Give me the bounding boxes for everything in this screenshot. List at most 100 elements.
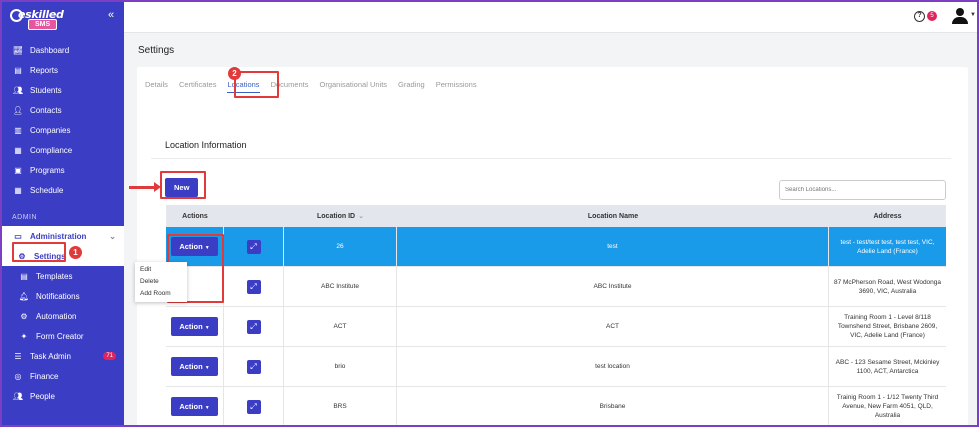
cell-address: 87 McPherson Road, West Wodonga 3690, VI… <box>833 278 942 295</box>
highlight-new-button <box>160 171 206 199</box>
search-locations-input[interactable] <box>779 180 946 200</box>
locations-table: Actions Location ID ⌄ Location Name Addre… <box>166 205 946 425</box>
table-row[interactable]: Action ▼ ⤢ brio test location ABC - 123 S… <box>166 347 946 387</box>
cell-location-name: ACT <box>397 307 829 346</box>
expand-icon[interactable]: ⤢ <box>246 279 261 294</box>
sidebar-item-programs[interactable]: ▣ Programs <box>2 160 124 180</box>
students-icon: 👥︎ <box>12 85 24 95</box>
sidebar-item-companies[interactable]: ▥ Companies <box>2 120 124 140</box>
step-2-badge: 2 <box>228 67 241 80</box>
cell-location-name: Brisbane <box>397 387 829 425</box>
app-logo[interactable]: eskilled SMS <box>10 8 64 30</box>
top-bar: ? 5 ▼ <box>124 2 977 33</box>
action-button[interactable]: Action ▼ <box>171 317 218 336</box>
tasks-icon: ☰ <box>14 351 22 361</box>
table-row[interactable]: ⤢ ABC Institute ABC Institute 87 McPhers… <box>166 267 946 307</box>
expand-icon[interactable]: ⤢ <box>246 319 261 334</box>
tab-details[interactable]: Details <box>145 80 168 93</box>
sidebar-nav: 📈︎ Dashboard ▤ Reports 👥︎ Students 👤︎ Contac… <box>2 40 124 406</box>
divider <box>151 158 951 159</box>
settings-tabs: Details Certificates Locations Documents… <box>145 80 488 93</box>
action-dropdown-menu: Edit Delete Add Room <box>135 262 187 302</box>
location-card: Location Information New Actions Locatio… <box>137 116 968 425</box>
table-row[interactable]: Action ▼ ⤢ BRS Brisbane Trainig Room 1 - … <box>166 387 946 425</box>
highlight-settings <box>12 242 66 262</box>
header-location-id[interactable]: Location ID ⌄ <box>284 212 397 221</box>
sidebar-item-dashboard[interactable]: 📈︎ Dashboard <box>2 40 124 60</box>
cell-location-id: BRS <box>284 387 397 425</box>
cell-location-name: ABC Institute <box>397 267 829 306</box>
admin-icon: ▭ <box>14 231 22 241</box>
tab-certificates[interactable]: Certificates <box>179 80 217 93</box>
cell-location-id: ABC Institute <box>284 267 397 306</box>
cell-address: ABC - 123 Sesame Street, Mckinley 1100, … <box>835 358 940 375</box>
wand-icon: ✦ <box>20 331 28 341</box>
caret-down-icon: ▼ <box>204 325 210 331</box>
chevron-down-icon: ⌄ <box>109 231 116 241</box>
cell-location-id: 26 <box>284 227 397 266</box>
task-count-badge: 71 <box>103 352 116 360</box>
header-location-name[interactable]: Location Name <box>397 213 829 220</box>
cell-location-name: test location <box>397 347 829 386</box>
sidebar-item-reports[interactable]: ▤ Reports <box>2 60 124 80</box>
table-row[interactable]: Action ▼ ⤢ 26 test test - test/test test,… <box>166 227 946 267</box>
table-header: Actions Location ID ⌄ Location Name Addre… <box>166 205 946 227</box>
app-frame: eskilled SMS « 📈︎ Dashboard ▤ Reports 👥︎ St… <box>0 0 979 427</box>
people-icon: 👥︎ <box>12 391 24 401</box>
sidebar-item-task-admin[interactable]: ☰ Task Admin 71 <box>2 346 124 366</box>
help-icon[interactable]: ? <box>914 11 925 22</box>
table-row[interactable]: Action ▼ ⤢ ACT ACT Training Room 1 - Leve… <box>166 307 946 347</box>
menu-item-delete[interactable]: Delete <box>135 276 187 288</box>
gear-icon: ⚙ <box>20 311 28 321</box>
action-button[interactable]: Action ▼ <box>171 397 218 416</box>
sidebar-item-students[interactable]: 👥︎ Students <box>2 80 124 100</box>
cell-location-name: test <box>397 227 829 266</box>
cell-location-id: ACT <box>284 307 397 346</box>
sidebar-item-compliance[interactable]: ▦ Compliance <box>2 140 124 160</box>
expand-icon[interactable]: ⤢ <box>246 399 261 414</box>
sort-icon: ⌄ <box>358 213 364 220</box>
section-title: Location Information <box>165 140 247 150</box>
sidebar-item-templates[interactable]: ▤ Templates <box>2 266 124 286</box>
sidebar-item-schedule[interactable]: ▦ Schedule <box>2 180 124 200</box>
report-icon: ▤ <box>14 65 22 75</box>
tab-permissions[interactable]: Permissions <box>436 80 477 93</box>
building-icon: ▥ <box>14 125 22 135</box>
header-address[interactable]: Address <box>829 212 946 221</box>
arrow-to-new-button <box>129 182 161 192</box>
cell-address: Trainig Room 1 - 1/12 Twenty Third Avenu… <box>836 394 939 419</box>
expand-icon[interactable]: ⤢ <box>246 359 261 374</box>
action-button[interactable]: Action ▼ <box>171 357 218 376</box>
caret-down-icon: ▼ <box>204 365 210 371</box>
coins-icon: ◎ <box>14 371 22 381</box>
user-avatar-icon[interactable] <box>951 8 969 24</box>
bell-icon: 🔔︎ <box>18 291 30 301</box>
cell-location-id: brio <box>284 347 397 386</box>
notification-badge[interactable]: 5 <box>927 11 937 21</box>
logo-sms: SMS <box>28 19 58 30</box>
caret-down-icon: ▼ <box>204 405 210 411</box>
collapse-sidebar-icon[interactable]: « <box>108 9 114 21</box>
menu-item-edit[interactable]: Edit <box>135 264 187 276</box>
sidebar-item-notifications[interactable]: 🔔︎ Notifications <box>2 286 124 306</box>
page-title: Settings <box>138 45 175 56</box>
menu-item-add-room[interactable]: Add Room <box>135 288 187 300</box>
sidebar-item-contacts[interactable]: 👤︎ Contacts <box>2 100 124 120</box>
sidebar-item-form-creator[interactable]: ✦ Form Creator <box>2 326 124 346</box>
sidebar: eskilled SMS « 📈︎ Dashboard ▤ Reports 👥︎ St… <box>2 2 124 425</box>
cell-address: test - test/test test, test test, VIC, A… <box>840 238 935 255</box>
compliance-icon: ▦ <box>14 145 22 155</box>
tab-organisational-units[interactable]: Organisational Units <box>320 80 388 93</box>
programs-icon: ▣ <box>14 165 22 175</box>
expand-icon[interactable]: ⤢ <box>246 239 261 254</box>
caret-down-icon[interactable]: ▼ <box>970 12 976 18</box>
sidebar-item-automation[interactable]: ⚙ Automation <box>2 306 124 326</box>
tab-grading[interactable]: Grading <box>398 80 425 93</box>
sidebar-item-people[interactable]: 👥︎ People <box>2 386 124 406</box>
chart-line-icon: 📈︎ <box>12 45 24 55</box>
admin-section-label: ADMIN <box>12 213 38 221</box>
sidebar-item-finance[interactable]: ◎ Finance <box>2 366 124 386</box>
cell-address: Training Room 1 - Level 8/118 Townshend … <box>837 314 938 339</box>
calendar-icon: ▦ <box>14 185 22 195</box>
header-actions: Actions <box>182 212 208 220</box>
